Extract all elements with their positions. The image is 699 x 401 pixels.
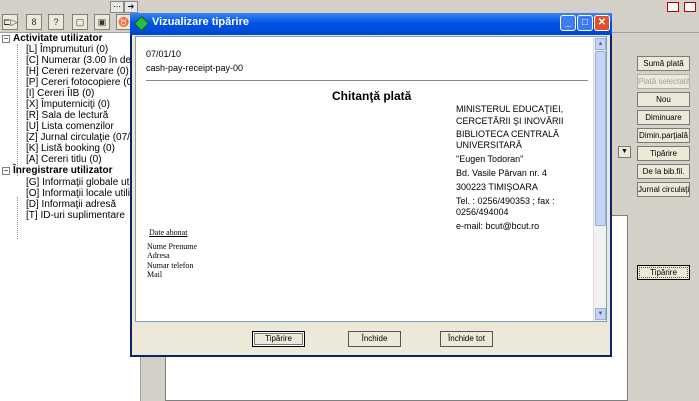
scroll-left-icon[interactable]: ⋯ xyxy=(110,1,124,13)
address-line: e-mail: bcut@bcut.ro xyxy=(456,221,540,231)
tree-item-cash[interactable]: [C] Numerar (3.00 în debit) xyxy=(26,55,140,66)
tree-item-booking[interactable]: [K] Listă booking (0) xyxy=(26,143,115,154)
field-address: Adresa xyxy=(147,251,170,260)
app-logo-icon xyxy=(133,15,150,32)
scroll-down-icon[interactable]: ▼ xyxy=(595,308,606,320)
users-icon[interactable]: 8 xyxy=(26,14,42,30)
login-icon[interactable]: ⊏▷ xyxy=(2,14,18,30)
receipt-title: Chitanţă plată xyxy=(332,89,412,103)
field-mail: Mail xyxy=(147,270,163,279)
tree-item-photocopy[interactable]: [P] Cereri fotocopiere (0) xyxy=(26,77,136,88)
decrease-button[interactable]: Diminuare xyxy=(637,110,690,125)
tree-item-orders[interactable]: [U] Lista comenzilor xyxy=(26,121,114,132)
tree-item-global-info[interactable]: [G] Informaţii globale utilizator xyxy=(26,177,140,188)
print-lower-button[interactable]: Tipărire xyxy=(637,265,690,280)
address-line: "Eugen Todoran" xyxy=(456,154,524,164)
scroll-up-icon[interactable]: ▲ xyxy=(595,38,606,50)
library-icon[interactable]: ▣ xyxy=(94,14,110,30)
collapse-icon[interactable]: − xyxy=(2,167,10,175)
divider xyxy=(146,80,588,81)
address-line: UNIVERSITARĂ xyxy=(456,140,522,150)
address-line: BIBLIOTECA CENTRALĂ xyxy=(456,129,560,139)
vertical-scrollbar[interactable]: ▲ ▼ xyxy=(593,37,606,321)
window-control-icon[interactable] xyxy=(667,2,679,12)
collapse-icon[interactable]: − xyxy=(2,35,10,43)
arrow-right-icon[interactable]: ➔ xyxy=(124,1,138,13)
subscriber-heading: Date abonat xyxy=(149,228,188,237)
new-button[interactable]: Nou xyxy=(637,92,690,107)
receipt-date: 07/01/10 xyxy=(146,49,182,59)
preview-page: 07/01/10 cash-pay-receipt-pay-00 Chitanţ… xyxy=(135,36,607,322)
help-icon[interactable]: ? xyxy=(48,14,64,30)
close-button[interactable]: Închide xyxy=(348,331,401,347)
maximize-icon[interactable]: □ xyxy=(577,15,593,31)
dialog-title: Vizualizare tipărire xyxy=(152,16,250,28)
field-phone: Numar telefon xyxy=(147,261,194,270)
address-line: 300223 TIMIŞOARA xyxy=(456,182,538,192)
receipt-code: cash-pay-receipt-pay-00 xyxy=(146,63,244,73)
dropdown-arrow-icon[interactable]: ▼ xyxy=(618,146,631,158)
tree-item-extra-ids[interactable]: [T] ID-uri suplimentare xyxy=(26,210,125,221)
address-line: CERCETĂRII ŞI INOVĂRII xyxy=(456,116,564,126)
tree-item-title-req[interactable]: [A] Cereri titlu (0) xyxy=(26,154,102,165)
partial-decrease-button[interactable]: Dimin.parţială xyxy=(637,128,690,143)
tree-item-address[interactable]: [D] Informaţii adresă xyxy=(26,199,116,210)
pay-selected-button[interactable]: Plată selectată xyxy=(637,74,690,89)
dialog-titlebar[interactable]: Vizualizare tipărire _ □ ✕ xyxy=(130,13,612,35)
minimize-icon[interactable]: _ xyxy=(560,15,576,31)
tree-item-proxies[interactable]: [X] Împuterniciţi (0) xyxy=(26,99,110,110)
from-branch-button[interactable]: De la bib.fil. xyxy=(637,164,690,179)
print-button[interactable]: Tipărire xyxy=(252,331,305,347)
tree-group-registration[interactable]: − Înregistrare utilizator xyxy=(2,165,112,176)
tree-item-holds[interactable]: [H] Cereri rezervare (0) xyxy=(26,66,129,77)
print-preview-dialog: Vizualizare tipărire _ □ ✕ 07/01/10 cash… xyxy=(130,13,612,357)
tree-item-circ-log[interactable]: [Z] Jurnal circulaţie (07/01) xyxy=(26,132,140,143)
field-name: Nume Prenume xyxy=(147,242,197,251)
address-line: 0256/494004 xyxy=(456,207,509,217)
tree-group-activity[interactable]: − Activitate utilizator xyxy=(2,33,102,44)
address-line: Bd. Vasile Pârvan nr. 4 xyxy=(456,168,547,178)
window-control-icon[interactable] xyxy=(684,2,696,12)
close-all-button[interactable]: Închide tot xyxy=(440,331,493,347)
tree-item-ill[interactable]: [I] Cereri ÎIB (0) xyxy=(26,88,94,99)
copy-icon[interactable]: ▢ xyxy=(72,14,88,30)
tree-item-loans[interactable]: [L] Împrumuturi (0) xyxy=(26,44,108,55)
close-icon[interactable]: ✕ xyxy=(594,15,610,31)
tree-item-reading-room[interactable]: [R] Sala de lectură xyxy=(26,110,108,121)
tree-connector xyxy=(17,197,18,239)
tree-connector xyxy=(17,44,18,176)
address-line: Tel. : 0256/490353 ; fax : xyxy=(456,196,555,206)
print-side-button[interactable]: Tipărire xyxy=(637,146,690,161)
tree-item-local-info[interactable]: [O] Informaţii locale utilizator xyxy=(26,188,140,199)
navigation-tree: − Activitate utilizator [L] Împrumuturi (… xyxy=(0,33,140,401)
pay-sum-button[interactable]: Sumă plată xyxy=(637,56,690,71)
circ-log-button[interactable]: Jurnal circulaţie xyxy=(637,182,690,197)
address-line: MINISTERUL EDUCAŢIEI, xyxy=(456,104,564,114)
scroll-thumb[interactable] xyxy=(595,51,606,226)
